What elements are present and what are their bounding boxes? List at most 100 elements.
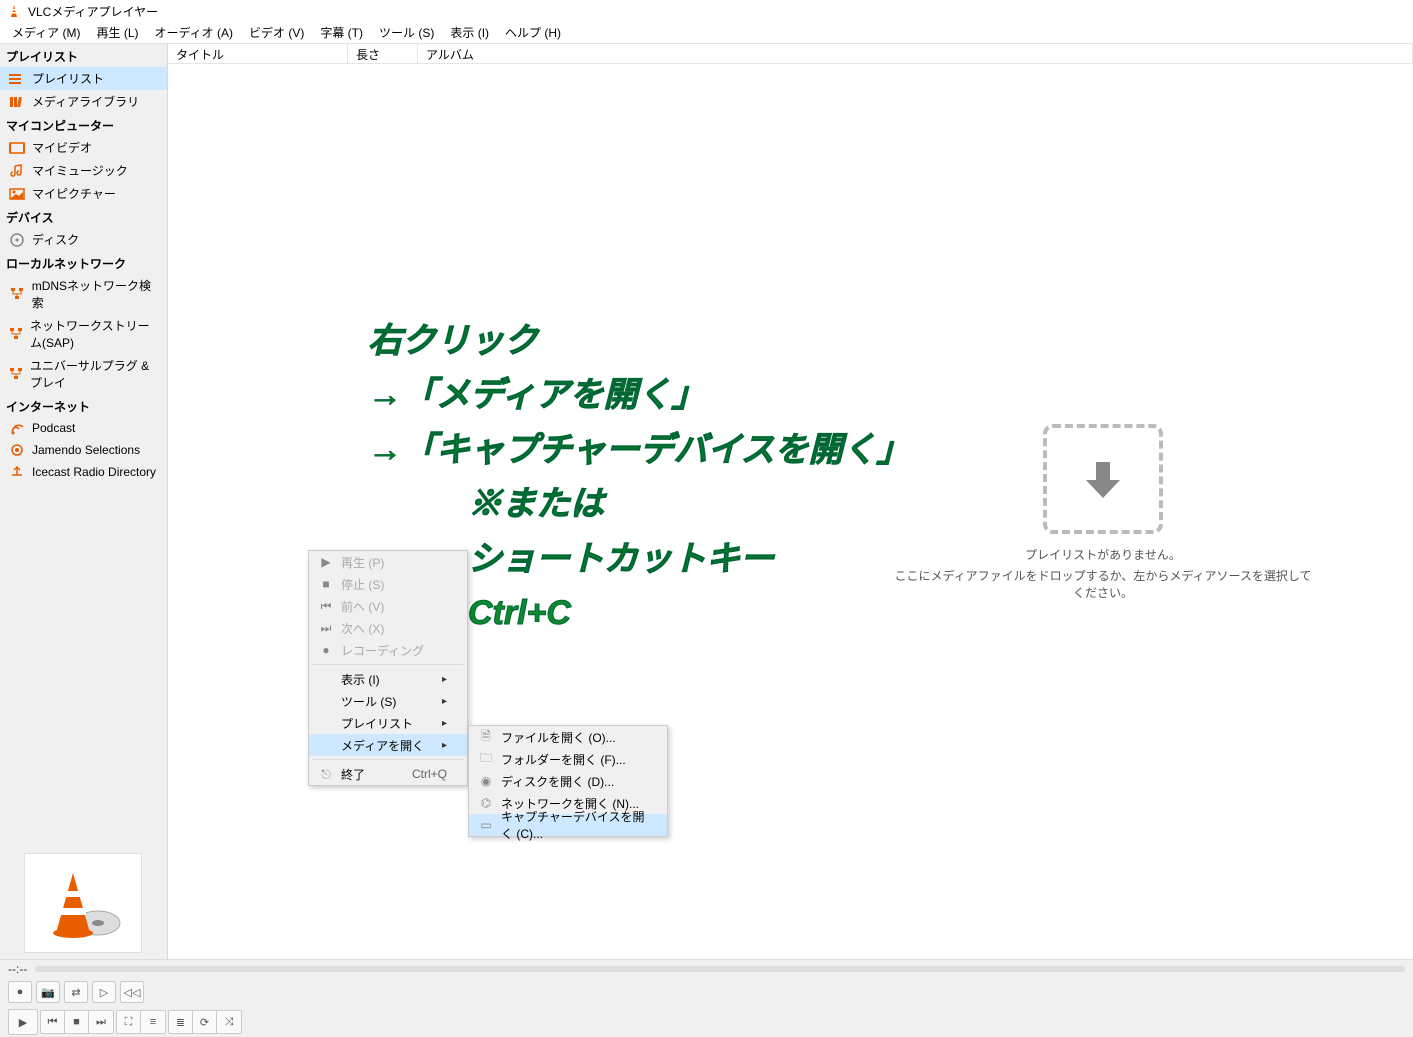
sidebar-header-devices: デバイス	[0, 205, 167, 228]
next-button[interactable]: ⏭	[89, 1011, 113, 1033]
ctx-next[interactable]: ⏭次へ (X)	[309, 617, 467, 639]
sidebar-item-mymusic[interactable]: マイミュージック	[0, 159, 167, 182]
frame-prev-button[interactable]: ◁◁	[120, 981, 144, 1003]
menu-audio[interactable]: オーディオ (A)	[147, 22, 242, 43]
snapshot-button[interactable]: 📷	[36, 981, 60, 1003]
folder-icon: 🗀	[477, 749, 495, 770]
timeline-row: --:--	[0, 959, 1413, 977]
playlist-icon	[8, 71, 26, 87]
sidebar-item-label: Podcast	[32, 421, 75, 435]
play-button[interactable]: ▶	[8, 1009, 38, 1035]
record-icon: ●	[317, 643, 335, 657]
video-icon	[8, 140, 26, 156]
fullscreen-button[interactable]: ⛶	[117, 1011, 141, 1033]
ctx-view[interactable]: 表示 (I)▸	[309, 668, 467, 690]
sidebar-item-podcast[interactable]: Podcast	[0, 417, 167, 439]
sidebar-item-label: ネットワークストリーム(SAP)	[30, 317, 161, 351]
content-area[interactable]: タイトル 長さ アルバム プレイリストがありません。 ここにメディアファイルをド…	[168, 44, 1413, 959]
annotation-line2: →「メディアを開く」	[368, 368, 911, 422]
disc-icon	[8, 232, 26, 248]
sidebar-header-mycomputer: マイコンピューター	[0, 113, 167, 136]
prev-icon: ⏮	[317, 599, 335, 614]
ctx-tools[interactable]: ツール (S)▸	[309, 690, 467, 712]
sidebar-item-label: ディスク	[32, 231, 79, 248]
ctx-open-file[interactable]: 🗎ファイルを開く (O)...	[469, 726, 667, 748]
sidebar-item-myvideo[interactable]: マイビデオ	[0, 136, 167, 159]
sidebar-item-icecast[interactable]: Icecast Radio Directory	[0, 461, 167, 483]
frame-next-button[interactable]: ▷	[92, 981, 116, 1003]
chevron-right-icon: ▸	[442, 674, 447, 685]
ctx-stop[interactable]: ■停止 (S)	[309, 573, 467, 595]
sidebar-item-playlist[interactable]: プレイリスト	[0, 67, 167, 90]
sidebar-item-label: マイミュージック	[32, 162, 128, 179]
ctx-prev[interactable]: ⏮前へ (V)	[309, 595, 467, 617]
time-label: --:--	[8, 962, 27, 976]
ctx-open-folder[interactable]: 🗀フォルダーを開く (F)...	[469, 748, 667, 770]
disc-small-icon: ◉	[477, 774, 495, 788]
sidebar-item-label: メディアライブラリ	[32, 93, 139, 110]
col-length[interactable]: 長さ	[348, 44, 418, 63]
exit-icon: ⎋	[317, 767, 335, 782]
sidebar: プレイリスト プレイリスト メディアライブラリ マイコンピューター マイビデオ …	[0, 44, 168, 959]
capture-icon: ▭	[477, 818, 495, 832]
network-icon	[8, 366, 24, 382]
ext-settings-button[interactable]: ≡	[141, 1011, 165, 1033]
sidebar-item-jamendo[interactable]: Jamendo Selections	[0, 439, 167, 461]
loop-button[interactable]: ⟳	[193, 1011, 217, 1033]
network-small-icon: ⌬	[477, 796, 495, 810]
menu-view[interactable]: 表示 (I)	[442, 22, 497, 43]
ctx-play[interactable]: ▶再生 (P)	[309, 551, 467, 573]
record-button[interactable]: ●	[8, 981, 32, 1003]
icecast-icon	[8, 464, 26, 480]
dropzone[interactable]: プレイリストがありません。 ここにメディアファイルをドロップするか、左からメディ…	[893, 424, 1313, 601]
playlist-toggle-button[interactable]: ≣	[169, 1011, 193, 1033]
picture-icon	[8, 186, 26, 202]
sidebar-item-label: Jamendo Selections	[32, 443, 140, 457]
ctx-playlist[interactable]: プレイリスト▸	[309, 712, 467, 734]
dropzone-box	[1043, 424, 1163, 534]
sidebar-item-mypicture[interactable]: マイピクチャー	[0, 182, 167, 205]
col-album[interactable]: アルバム	[418, 44, 1413, 63]
menu-help[interactable]: ヘルプ (H)	[497, 22, 569, 43]
sidebar-item-disc[interactable]: ディスク	[0, 228, 167, 251]
menu-tools[interactable]: ツール (S)	[371, 22, 442, 43]
dropzone-msg2: ここにメディアファイルをドロップするか、左からメディアソースを選択してください。	[893, 567, 1313, 601]
ctx-open-disc[interactable]: ◉ディスクを開く (D)...	[469, 770, 667, 792]
vlc-cone-art	[24, 853, 142, 953]
context-menu-main: ▶再生 (P) ■停止 (S) ⏮前へ (V) ⏭次へ (X) ●レコーディング…	[308, 550, 468, 786]
ctx-open-media[interactable]: メディアを開く▸	[309, 734, 467, 756]
shuffle-button[interactable]: ⤨	[217, 1011, 241, 1033]
loop-ab-button[interactable]: ⇄	[64, 981, 88, 1003]
sidebar-header-playlist: プレイリスト	[0, 44, 167, 67]
sidebar-item-library[interactable]: メディアライブラリ	[0, 90, 167, 113]
menu-playback[interactable]: 再生 (L)	[88, 22, 146, 43]
sidebar-item-sap[interactable]: ネットワークストリーム(SAP)	[0, 314, 167, 354]
sidebar-header-internet: インターネット	[0, 394, 167, 417]
sidebar-item-mdns[interactable]: mDNSネットワーク検索	[0, 274, 167, 314]
stop-icon: ■	[317, 577, 335, 591]
col-title[interactable]: タイトル	[168, 44, 348, 63]
sidebar-item-upnp[interactable]: ユニバーサルプラグ & プレイ	[0, 354, 167, 394]
ctx-separator	[313, 664, 463, 665]
ctx-exit[interactable]: ⎋終了Ctrl+Q	[309, 763, 467, 785]
network-icon	[8, 286, 26, 302]
dropzone-msg1: プレイリストがありません。	[893, 546, 1313, 563]
sidebar-item-label: Icecast Radio Directory	[32, 465, 156, 479]
annotation-line3: →「キャプチャーデバイスを開く」	[368, 423, 911, 477]
prev-button[interactable]: ⏮	[41, 1011, 65, 1033]
sidebar-item-label: mDNSネットワーク検索	[32, 277, 161, 311]
titlebar: VLCメディアプレイヤー	[0, 0, 1413, 22]
vlc-cone-icon	[6, 3, 22, 19]
seek-slider[interactable]	[35, 966, 1405, 972]
context-menu-open-media: 🗎ファイルを開く (O)... 🗀フォルダーを開く (F)... ◉ディスクを開…	[468, 725, 668, 837]
menu-media[interactable]: メディア (M)	[4, 22, 88, 43]
sidebar-item-label: プレイリスト	[32, 70, 104, 87]
menu-subtitle[interactable]: 字幕 (T)	[312, 22, 371, 43]
sidebar-item-label: マイビデオ	[32, 139, 92, 156]
ctx-open-capture[interactable]: ▭キャプチャーデバイスを開く (C)...	[469, 814, 667, 836]
ctx-record[interactable]: ●レコーディング	[309, 639, 467, 661]
menubar: メディア (M) 再生 (L) オーディオ (A) ビデオ (V) 字幕 (T)…	[0, 22, 1413, 44]
arrow-down-icon	[1078, 454, 1128, 504]
menu-video[interactable]: ビデオ (V)	[241, 22, 312, 43]
stop-button[interactable]: ■	[65, 1011, 89, 1033]
